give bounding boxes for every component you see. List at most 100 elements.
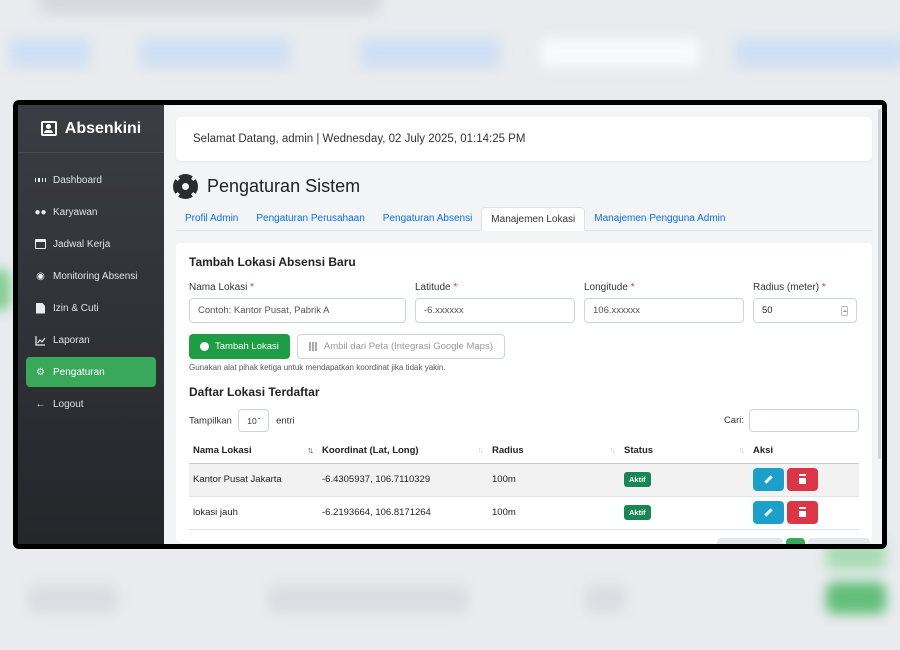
pagination-next-button[interactable]: [808, 538, 870, 544]
tab-manajemen-pengguna-admin[interactable]: Manajemen Pengguna Admin: [585, 207, 734, 230]
pagination-previous-button[interactable]: [717, 538, 783, 544]
column-header-status[interactable]: Status ↑↓: [620, 439, 749, 464]
app-window: Absenkini Dashboard ●● Karyawan Jadwal K…: [13, 100, 887, 549]
form-hint: Gunakan alat pihak ketiga untuk mendapat…: [189, 363, 446, 372]
sidebar-item-label: Izin & Cuti: [53, 302, 99, 314]
cell-koordinat: -6.4305937, 106.7110329: [318, 463, 488, 497]
page-length-control: Tampilkan 10 ˇ entri: [189, 409, 295, 432]
locations-table: Nama Lokasi ↑↓ Koordinat (Lat, Long) ↑↓ Ra…: [189, 439, 859, 530]
entries-label: entri: [276, 415, 295, 427]
cell-radius: 100m: [488, 496, 620, 530]
pick-from-map-button[interactable]: Ambil dari Peta (Integrasi Google Maps): [296, 334, 505, 359]
label-text: Radius (meter): [753, 282, 820, 293]
pick-from-map-label: Ambil dari Peta (Integrasi Google Maps): [323, 341, 493, 352]
pencil-icon: [764, 508, 773, 517]
cell-nama: Kantor Pusat Jakarta: [189, 463, 318, 497]
cell-aksi: [749, 463, 859, 497]
delete-button[interactable]: [787, 501, 818, 524]
search-input[interactable]: [749, 409, 859, 432]
chart-line-icon: [35, 335, 46, 346]
sort-icon: ↑↓: [307, 445, 314, 455]
sidebar-item-logout[interactable]: ← Logout: [26, 389, 156, 419]
id-card-icon: [40, 121, 57, 136]
pagination: [717, 538, 870, 544]
brand-name: Absenkini: [64, 119, 142, 137]
edit-button[interactable]: [753, 501, 784, 524]
sort-icon: ↑↓: [738, 445, 745, 455]
tab-pengaturan-perusahaan[interactable]: Pengaturan Perusahaan: [247, 207, 373, 230]
cell-koordinat: -6.2193664, 106.8171264: [318, 496, 488, 530]
sidebar-item-monitoring-absensi[interactable]: ◉ Monitoring Absensi: [26, 261, 156, 291]
required-mark: *: [821, 282, 826, 293]
add-location-label: Tambah Lokasi: [215, 341, 279, 352]
sidebar-item-jadwal-kerja[interactable]: Jadwal Kerja: [26, 229, 156, 259]
radius-value: 50: [762, 305, 773, 316]
nama-lokasi-input[interactable]: Contoh: Kantor Pusat, Pabrik A: [189, 298, 406, 323]
tab-pengaturan-absensi[interactable]: Pengaturan Absensi: [374, 207, 482, 230]
status-badge: Aktif: [624, 472, 651, 487]
cell-aksi: [749, 496, 859, 530]
cell-radius: 100m: [488, 463, 620, 497]
latitude-group: Latitude * -6.xxxxxx: [415, 282, 575, 323]
sidebar-item-pengaturan[interactable]: ⚙ Pengaturan: [26, 357, 156, 387]
column-label: Status: [624, 445, 654, 457]
sidebar-item-label: Jadwal Kerja: [53, 238, 111, 250]
page-title: Pengaturan Sistem: [173, 174, 872, 199]
sidebar-item-label: Logout: [53, 398, 84, 410]
dashboard-icon: [35, 175, 46, 186]
delete-button[interactable]: [787, 468, 818, 491]
main-content: Selamat Datang, admin | Wednesday, 02 Ju…: [164, 105, 882, 544]
sort-icon: ↑↓: [609, 445, 616, 455]
required-mark: *: [630, 282, 635, 293]
page-length-select[interactable]: 10 ˇ: [238, 409, 270, 432]
cell-nama: lokasi jauh: [189, 496, 318, 530]
latitude-label: Latitude *: [415, 282, 575, 293]
sidebar-item-izin-cuti[interactable]: Izin & Cuti: [26, 293, 156, 323]
longitude-input[interactable]: 106.xxxxxx: [584, 298, 744, 323]
status-badge: Aktif: [624, 505, 651, 520]
nama-lokasi-group: Nama Lokasi * Contoh: Kantor Pusat, Pabr…: [189, 282, 406, 323]
welcome-banner: Selamat Datang, admin | Wednesday, 02 Ju…: [176, 117, 872, 161]
column-header-radius[interactable]: Radius ↑↓: [488, 439, 620, 464]
search-label: Cari:: [723, 415, 744, 426]
column-header-koordinat[interactable]: Koordinat (Lat, Long) ↑↓: [318, 439, 488, 464]
sidebar-item-label: Karyawan: [53, 206, 98, 218]
vertical-scrollbar[interactable]: [878, 109, 881, 459]
sidebar-item-label: Monitoring Absensi: [53, 270, 138, 282]
sidebar-item-label: Laporan: [53, 334, 90, 346]
longitude-group: Longitude * 106.xxxxxx: [584, 282, 744, 323]
column-label: Nama Lokasi: [193, 445, 252, 457]
longitude-label: Longitude *: [584, 282, 744, 293]
settings-tabs: Profil Admin Pengaturan Perusahaan Penga…: [176, 207, 872, 231]
pagination-current-page[interactable]: [786, 538, 805, 544]
latitude-input[interactable]: -6.xxxxxx: [415, 298, 575, 323]
pencil-icon: [764, 475, 773, 484]
users-icon: ●●: [34, 206, 47, 218]
table-header-row: Nama Lokasi ↑↓ Koordinat (Lat, Long) ↑↓ Ra…: [189, 439, 859, 464]
required-mark: *: [250, 282, 255, 293]
number-spinner-icon[interactable]: [841, 306, 848, 316]
sidebar-item-karyawan[interactable]: ●● Karyawan: [26, 197, 156, 227]
sidebar-item-laporan[interactable]: Laporan: [26, 325, 156, 355]
radius-group: Radius (meter) * 50: [753, 282, 857, 323]
edit-button[interactable]: [753, 468, 784, 491]
radius-input[interactable]: 50: [753, 298, 857, 323]
column-header-nama-lokasi[interactable]: Nama Lokasi ↑↓: [189, 439, 318, 464]
tab-manajemen-lokasi[interactable]: Manajemen Lokasi: [481, 207, 586, 231]
plus-circle-icon: [200, 342, 209, 351]
list-title: Daftar Lokasi Terdaftar: [189, 385, 320, 399]
sidebar-item-dashboard[interactable]: Dashboard: [26, 165, 156, 195]
table-row: lokasi jauh -6.2193664, 106.8171264 100m…: [189, 496, 859, 530]
brand[interactable]: Absenkini: [18, 105, 164, 153]
sidebar-item-label: Pengaturan: [53, 366, 105, 378]
form-title: Tambah Lokasi Absensi Baru: [189, 255, 356, 269]
logout-arrow-icon: ←: [35, 398, 46, 410]
tab-profil-admin[interactable]: Profil Admin: [176, 207, 247, 230]
sidebar: Absenkini Dashboard ●● Karyawan Jadwal K…: [18, 105, 164, 544]
label-text: Nama Lokasi: [189, 282, 248, 293]
cell-status: Aktif: [620, 463, 749, 497]
nama-lokasi-label: Nama Lokasi *: [189, 282, 406, 293]
form-actions: Tambah Lokasi Ambil dari Peta (Integrasi…: [189, 334, 859, 359]
add-location-button[interactable]: Tambah Lokasi: [189, 334, 290, 359]
gear-icon: ⚙: [36, 366, 45, 378]
